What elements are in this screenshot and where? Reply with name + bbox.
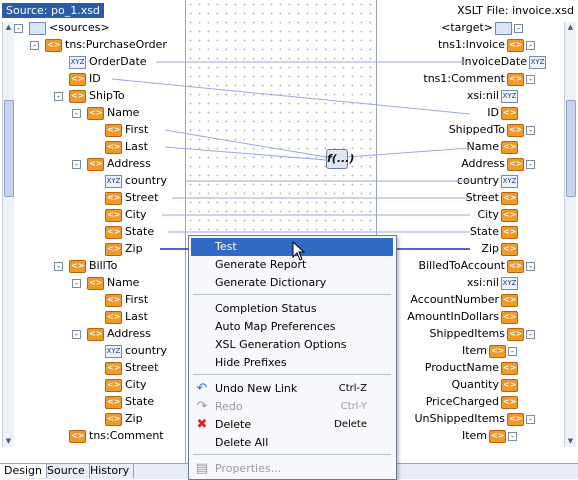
- menu-item-label: Auto Map Preferences: [215, 320, 336, 333]
- link-id-id: [111, 78, 471, 115]
- delete-icon: ✖: [196, 417, 208, 432]
- menu-item-hide-prefixes[interactable]: Hide Prefixes: [191, 354, 393, 372]
- properties-icon: ▤: [195, 461, 209, 476]
- menu-item-undo-new-link[interactable]: ↶ Undo New Link Ctrl-Z: [191, 380, 393, 398]
- menu-item-label: Generate Dictionary: [215, 276, 327, 289]
- menu-separator: [193, 374, 391, 375]
- menu-item-label: Test: [215, 240, 237, 253]
- menu-item-properties[interactable]: ▤ Properties...: [191, 460, 393, 478]
- menu-item-generate-dictionary[interactable]: Generate Dictionary: [191, 274, 393, 292]
- menu-item-label: Undo New Link: [215, 382, 298, 395]
- tab-design[interactable]: Design: [0, 464, 47, 478]
- menu-item-redo[interactable]: ↷ Redo Ctrl-Y: [191, 398, 393, 416]
- link-concat-name: [345, 147, 471, 158]
- menu-item-label: Redo: [215, 400, 243, 413]
- menu-item-shortcut: Delete: [334, 419, 367, 430]
- menu-item-shortcut: Ctrl-Z: [338, 383, 367, 394]
- menu-item-label: Delete All: [215, 436, 269, 449]
- link-first-concat: [164, 129, 327, 158]
- concat-function-box[interactable]: f(...): [326, 149, 354, 169]
- tab-history[interactable]: History: [86, 464, 135, 478]
- menu-item-label: Delete: [215, 418, 252, 431]
- menu-item-label: Properties...: [215, 462, 282, 475]
- menu-item-label: XSL Generation Options: [215, 338, 347, 351]
- undo-icon: ↶: [196, 381, 208, 396]
- menu-item-label: Completion Status: [215, 302, 317, 315]
- menu-item-delete-all[interactable]: Delete All: [191, 434, 393, 452]
- redo-icon: ↷: [196, 399, 208, 414]
- mouse-pointer-icon: [292, 241, 306, 261]
- menu-item-completion-status[interactable]: Completion Status: [191, 300, 393, 318]
- tab-source[interactable]: Source: [43, 464, 90, 478]
- menu-item-xsl-generation-options[interactable]: XSL Generation Options: [191, 336, 393, 354]
- menu-item-auto-map-preferences[interactable]: Auto Map Preferences: [191, 318, 393, 336]
- menu-item-shortcut: Ctrl-Y: [340, 401, 367, 412]
- link-last-concat: [164, 146, 327, 161]
- menu-item-label: Hide Prefixes: [215, 356, 287, 369]
- menu-separator: [193, 294, 391, 295]
- menu-separator: [193, 454, 391, 455]
- menu-item-delete[interactable]: ✖ Delete Delete: [191, 416, 393, 434]
- context-menu: Test Generate Report Generate Dictionary Co…: [188, 235, 397, 480]
